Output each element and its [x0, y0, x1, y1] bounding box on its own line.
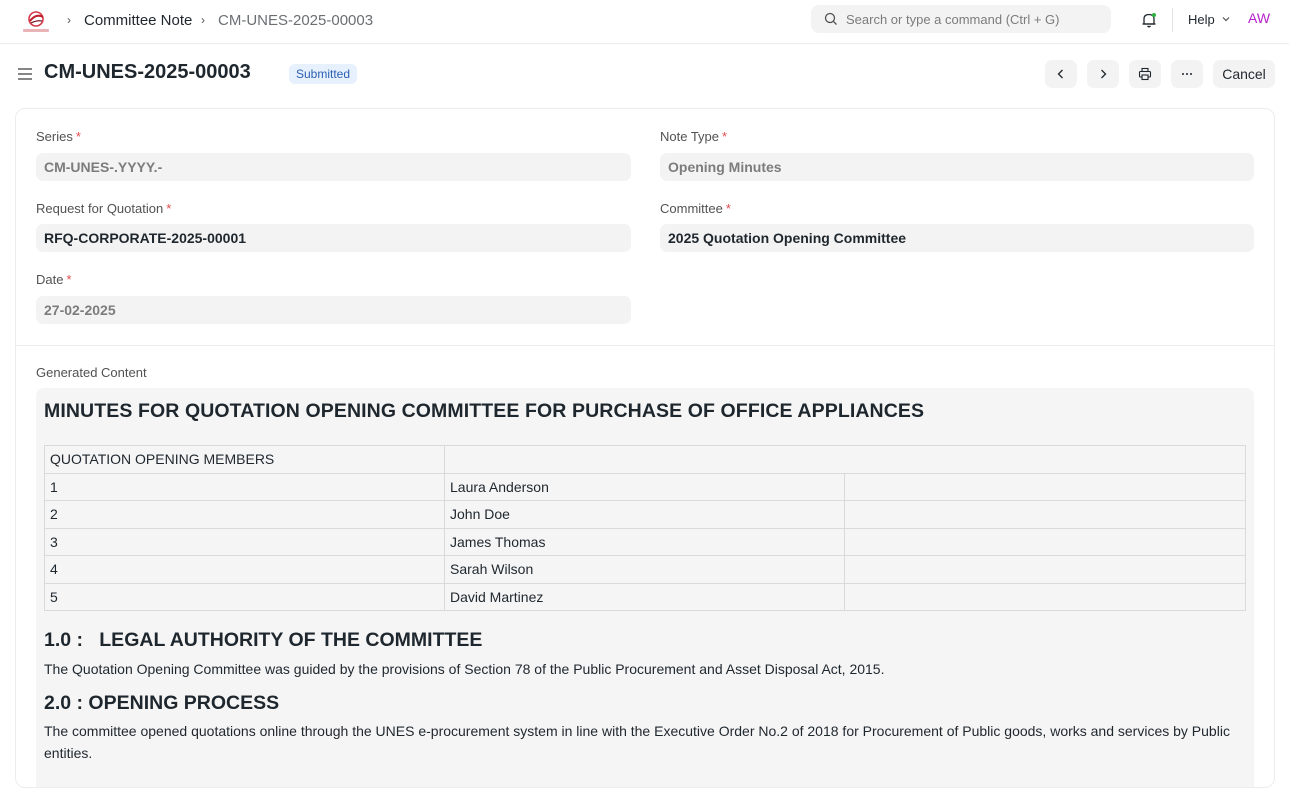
series-field[interactable]: CM-UNES-.YYYY.-	[36, 153, 631, 181]
member-name: James Thomas	[444, 527, 845, 556]
required-mark: *	[725, 201, 731, 216]
committee-field[interactable]: 2025 Quotation Opening Committee	[660, 224, 1254, 252]
table-row: 5 David Martinez	[44, 582, 1246, 611]
previous-doc-button[interactable]	[1045, 60, 1077, 88]
cancel-button[interactable]: Cancel	[1213, 60, 1275, 88]
navbar-divider	[1172, 8, 1173, 32]
hamburger-menu-icon[interactable]	[17, 67, 33, 81]
rfq-label-text: Request for Quotation	[36, 201, 164, 216]
members-table: QUOTATION OPENING MEMBERS 1 Laura Anders…	[44, 445, 1246, 611]
table-cell	[844, 500, 1246, 529]
date-label: Date *	[36, 272, 72, 287]
member-number: 4	[44, 555, 445, 584]
section1-heading: 1.0 : LEGAL AUTHORITY OF THE COMMITTEE	[44, 629, 483, 651]
form-card: Series * CM-UNES-.YYYY.- Note Type * Openi…	[15, 108, 1275, 788]
print-button[interactable]	[1129, 60, 1161, 88]
help-menu[interactable]: Help	[1188, 12, 1215, 27]
member-name: John Doe	[444, 500, 845, 529]
company-logo[interactable]	[20, 8, 52, 36]
search-bar[interactable]	[811, 5, 1111, 33]
generated-content-editor[interactable]: MINUTES FOR QUOTATION OPENING COMMITTEE …	[36, 388, 1254, 787]
section-divider	[16, 345, 1274, 346]
ellipsis-icon	[1182, 73, 1192, 75]
chevron-left-icon	[1057, 69, 1063, 79]
table-cell	[844, 527, 1246, 556]
member-number: 1	[44, 472, 445, 501]
member-number: 2	[44, 500, 445, 529]
date-field[interactable]: 27-02-2025	[36, 296, 631, 324]
member-name: David Martinez	[444, 582, 845, 611]
date-label-text: Date	[36, 272, 64, 287]
committee-label: Committee *	[660, 201, 731, 216]
table-row: 4 Sarah Wilson	[44, 555, 1246, 584]
navbar: › Committee Note › CM-UNES-2025-00003 He…	[0, 0, 1289, 44]
breadcrumb-committee-note[interactable]: Committee Note	[84, 12, 192, 29]
breadcrumb-chevron-icon: ›	[67, 13, 71, 27]
required-mark: *	[75, 129, 81, 144]
note-type-label: Note Type *	[660, 129, 727, 144]
minutes-title: MINUTES FOR QUOTATION OPENING COMMITTEE …	[44, 400, 925, 422]
table-cell	[444, 445, 1246, 474]
table-row: 2 John Doe	[44, 500, 1246, 529]
series-label-text: Series	[36, 129, 73, 144]
table-row: 3 James Thomas	[44, 527, 1246, 556]
chevron-down-icon[interactable]	[1221, 14, 1231, 24]
table-header-row: QUOTATION OPENING MEMBERS	[44, 445, 1246, 474]
member-name: Laura Anderson	[444, 472, 845, 501]
breadcrumb-chevron-icon: ›	[201, 13, 205, 27]
breadcrumb-current-doc[interactable]: CM-UNES-2025-00003	[218, 12, 373, 29]
next-doc-button[interactable]	[1087, 60, 1119, 88]
rfq-label: Request for Quotation *	[36, 201, 171, 216]
table-cell	[844, 582, 1246, 611]
search-input[interactable]	[846, 5, 1101, 33]
member-number: 5	[44, 582, 445, 611]
required-mark: *	[722, 129, 728, 144]
members-header-cell: QUOTATION OPENING MEMBERS	[44, 445, 445, 474]
series-label: Series *	[36, 129, 81, 144]
status-badge: Submitted	[289, 64, 358, 84]
chevron-right-icon	[1101, 69, 1107, 79]
member-number: 3	[44, 527, 445, 556]
section2-paragraph: The committee opened quotations online t…	[44, 723, 1230, 761]
section2-heading: 2.0 : OPENING PROCESS	[44, 692, 280, 714]
table-cell	[844, 555, 1246, 584]
rfq-field[interactable]: RFQ-CORPORATE-2025-00001	[36, 224, 631, 252]
required-mark: *	[66, 272, 72, 287]
table-cell	[844, 472, 1246, 501]
section1-paragraph: The Quotation Opening Committee was guid…	[44, 661, 885, 677]
generated-content-label: Generated Content	[36, 365, 147, 380]
required-mark: *	[166, 201, 172, 216]
member-name: Sarah Wilson	[444, 555, 845, 584]
page-title: CM-UNES-2025-00003	[44, 61, 251, 83]
avatar[interactable]: AW	[1248, 10, 1270, 26]
table-row: 1 Laura Anderson	[44, 472, 1246, 501]
more-actions-button[interactable]	[1171, 60, 1203, 88]
search-icon	[824, 12, 837, 25]
committee-label-text: Committee	[660, 201, 723, 216]
notification-bell-icon[interactable]	[1140, 11, 1158, 29]
note-type-field[interactable]: Opening Minutes	[660, 153, 1254, 181]
printer-icon	[1138, 67, 1152, 81]
note-type-label-text: Note Type	[660, 129, 720, 144]
